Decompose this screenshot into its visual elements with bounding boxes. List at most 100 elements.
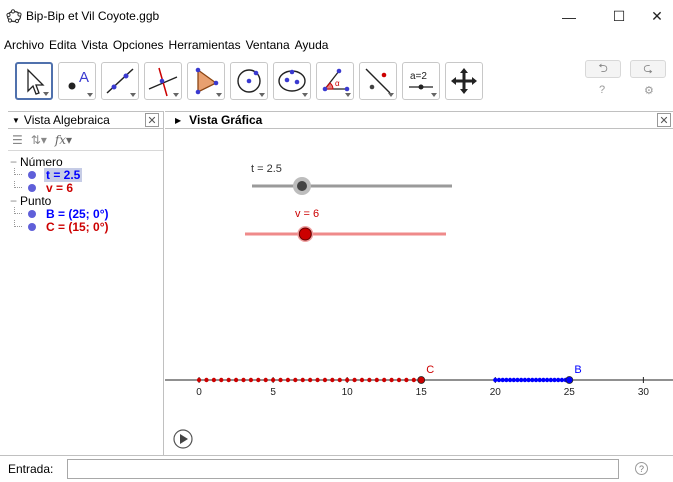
slider-v-handle[interactable] [298, 227, 312, 241]
polygon-tool-button[interactable] [187, 62, 225, 100]
ellipse-tool-button[interactable] [273, 62, 311, 100]
list-item[interactable]: t = 2.5 [8, 167, 163, 182]
move-graphics-button[interactable] [445, 62, 483, 100]
algebra-view-title: Vista Algebraica [23, 113, 110, 127]
trace-point-c [381, 377, 387, 383]
move-graphics-view-icon [451, 68, 477, 94]
collapse-minus-icon[interactable]: − [10, 194, 20, 208]
settings-gear-icon[interactable]: ⚙ [644, 84, 654, 97]
algebra-view: ▼ Vista Algebraica ✕ ☰ ⇅▾ fx▾ − Número t… [8, 111, 164, 455]
axis-tick-label: 15 [416, 387, 428, 398]
trace-point-c [248, 377, 254, 383]
category-punto[interactable]: − Punto [8, 193, 163, 208]
undo-button[interactable]: ⮌ [585, 60, 621, 78]
trace-point-c [344, 377, 350, 383]
axis-tick-label: 20 [490, 387, 502, 398]
menu-ventana[interactable]: Ventana [246, 38, 290, 52]
trace-point-c [219, 377, 224, 383]
trace-point-c [330, 377, 335, 383]
window-title: Bip-Bip et Vil Coyote.ggb [26, 9, 160, 23]
help-icon[interactable]: ? [599, 84, 605, 96]
axis-tick-label: 10 [342, 387, 354, 398]
point-c-label: C [426, 364, 434, 376]
expand-caret-icon[interactable]: ▶ [175, 116, 181, 125]
auxiliary-objects-icon[interactable]: ☰ [12, 133, 23, 147]
trace-point-c [389, 377, 394, 383]
visibility-toggle-icon[interactable] [28, 222, 36, 231]
slider-tool-button[interactable]: a=2 [402, 62, 440, 100]
toolbar: A α a=2 [0, 58, 673, 110]
trace-point-c [226, 377, 231, 383]
visibility-toggle-icon[interactable] [28, 170, 36, 179]
visibility-toggle-icon[interactable] [28, 209, 36, 218]
algebra-toolbar: ☰ ⇅▾ fx▾ [8, 129, 163, 151]
trace-point-c [337, 377, 342, 383]
category-numero[interactable]: − Número [8, 155, 163, 169]
axis-tick-label: 5 [270, 387, 276, 398]
menu-edita[interactable]: Edita [49, 38, 76, 52]
algebra-view-header: ▼ Vista Algebraica ✕ [8, 111, 163, 129]
trace-point-c [263, 377, 268, 383]
list-item[interactable]: B = (25; 0°) [8, 207, 163, 221]
circle-tool-button[interactable] [230, 62, 268, 100]
redo-button[interactable]: ⮎ [630, 60, 666, 78]
algebra-tree: − Número t = 2.5 v = 6 − Punto B = (25; … [8, 151, 163, 234]
input-field[interactable] [67, 459, 619, 479]
list-item[interactable]: v = 6 [8, 181, 163, 195]
close-window-button[interactable]: ✕ [641, 0, 673, 33]
trace-point-c [374, 377, 379, 383]
list-item[interactable]: C = (15; 0°) [8, 220, 163, 234]
category-label: Punto [20, 193, 52, 208]
graphics-view-header: ▶ Vista Gráfica ✕ [165, 111, 673, 129]
trace-point-c [233, 377, 239, 383]
point-tool-button[interactable]: A [58, 62, 96, 100]
menu-vista[interactable]: Vista [81, 38, 107, 52]
maximize-button[interactable]: ☐ [596, 0, 642, 33]
minimize-button[interactable]: — [546, 0, 592, 33]
trace-point-c [285, 377, 291, 383]
graphics-view-title: Vista Gráfica [189, 113, 263, 127]
menu-bar: Archivo Edita Vista Opciones Herramienta… [0, 35, 333, 55]
trace-point-c [322, 377, 328, 383]
trace-point-c [396, 377, 402, 383]
line-tool-button[interactable] [101, 62, 139, 100]
point-b-label: B [574, 364, 581, 376]
algebra-value[interactable]: B = (25; 0°) [44, 207, 110, 221]
trace-point-c [256, 377, 261, 383]
graphics-view[interactable]: t = 2.5 v = 6 0 5 10 15 20 25 30 C B [165, 130, 673, 455]
slider-v-label: v = 6 [295, 208, 319, 220]
input-help-icon[interactable]: ? [635, 462, 648, 475]
perpendicular-tool-button[interactable] [144, 62, 182, 100]
visibility-toggle-icon[interactable] [28, 183, 36, 192]
sort-by-icon[interactable]: ⇅▾ [31, 133, 47, 147]
menu-archivo[interactable]: Archivo [4, 38, 44, 52]
collapse-minus-icon[interactable]: − [10, 155, 20, 169]
input-label: Entrada: [8, 462, 54, 476]
axis-tick-label: 30 [638, 387, 650, 398]
trace-point-c [359, 377, 365, 383]
angle-tool-button[interactable]: α [316, 62, 354, 100]
trace-point-c [367, 377, 372, 383]
trace-point-c [270, 377, 276, 383]
collapse-caret-icon[interactable]: ▼ [12, 116, 20, 125]
svg-text:A: A [79, 69, 89, 86]
close-algebra-view-button[interactable]: ✕ [145, 113, 159, 127]
menu-opciones[interactable]: Opciones [113, 38, 164, 52]
title-bar: Bip-Bip et Vil Coyote.ggb — ☐ ✕ [0, 0, 673, 33]
trace-point-c [315, 377, 320, 383]
input-help-fx-icon[interactable]: fx▾ [55, 133, 72, 147]
menu-herramientas[interactable]: Herramientas [169, 38, 241, 52]
algebra-value[interactable]: t = 2.5 [44, 167, 83, 182]
reflect-tool-button[interactable] [359, 62, 397, 100]
svg-text:α: α [335, 79, 340, 88]
close-graphics-view-button[interactable]: ✕ [657, 113, 671, 127]
trace-point-c [352, 377, 357, 383]
slider-t-handle[interactable] [297, 181, 307, 191]
point-c [417, 376, 426, 384]
menu-ayuda[interactable]: Ayuda [295, 38, 329, 52]
algebra-value[interactable]: v = 6 [44, 181, 75, 195]
algebra-value[interactable]: C = (15; 0°) [44, 220, 110, 234]
graphics-canvas[interactable]: t = 2.5 v = 6 0 5 10 15 20 25 30 C B [165, 130, 673, 455]
trace-point-c [196, 377, 202, 383]
move-tool-button[interactable] [15, 62, 53, 100]
